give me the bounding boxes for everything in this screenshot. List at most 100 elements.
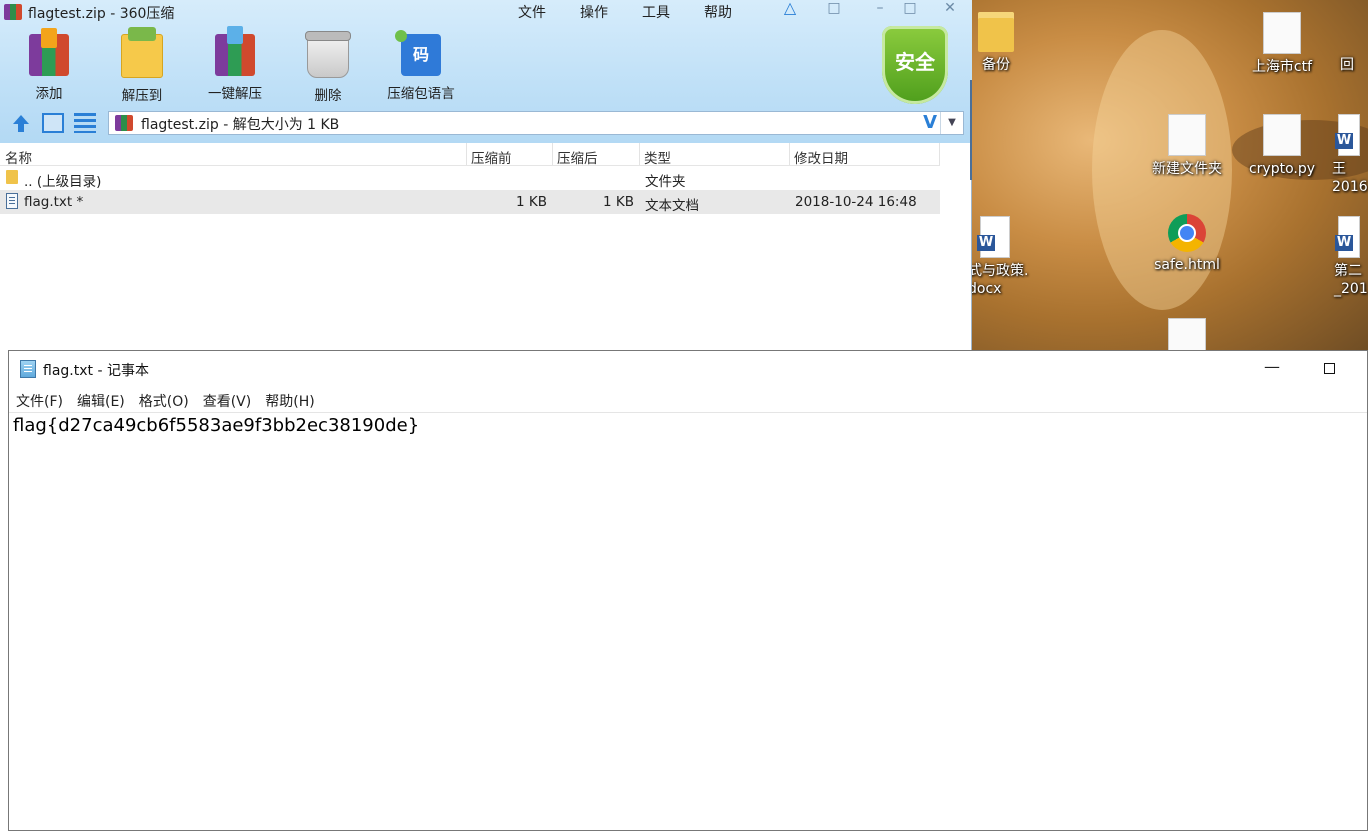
zip-menu-operation[interactable]: 操作 <box>578 2 610 22</box>
desktop-icon-label: 上海市ctf <box>1251 59 1313 75</box>
address-bar[interactable]: flagtest.zip - 解包大小为 1 KB V ▼ <box>108 111 964 135</box>
zip-window: flagtest.zip - 360压缩 文件 操作 工具 帮助 △ □ – □… <box>0 0 972 351</box>
archive-language-label: 压缩包语言 <box>387 86 455 102</box>
extract-to-button[interactable]: 解压到 <box>97 27 187 104</box>
notepad-menubar: 文件(F) 编辑(E) 格式(O) 查看(V) 帮助(H) <box>9 389 322 411</box>
row-type: 文件夹 <box>645 174 686 190</box>
desktop-icon-label: 王 <box>1332 161 1346 177</box>
column-modified[interactable]: 修改日期 <box>794 147 848 167</box>
one-click-extract-button[interactable]: 一键解压 <box>190 26 280 102</box>
feedback-icon[interactable]: □ <box>822 0 846 18</box>
winrar-app-icon <box>4 4 22 20</box>
delete-button[interactable]: 删除 <box>283 30 373 104</box>
menu-view[interactable]: 查看(V) <box>196 389 259 411</box>
desktop-icon-label: 式与政策. <box>972 263 1029 279</box>
desktop-icon-label: 回 <box>1340 57 1354 73</box>
desktop-icon-crypto-py[interactable]: crypto.py <box>1242 114 1322 178</box>
file-icon <box>1340 12 1368 52</box>
trash-icon <box>305 31 351 78</box>
minimize-button[interactable]: — <box>1249 357 1295 381</box>
menu-edit[interactable]: 编辑(E) <box>70 389 132 411</box>
extract-to-label: 解压到 <box>121 88 163 104</box>
security-shield-badge[interactable]: 安全 <box>882 26 948 104</box>
column-size-before[interactable]: 压缩前 <box>471 147 512 167</box>
extract-folder-icon <box>121 27 163 78</box>
desktop-icon-partial-3[interactable]: 第二 _201 <box>1334 216 1368 298</box>
desktop-icon-policy-docx[interactable]: 式与政策. docx <box>972 216 1048 298</box>
folder-icon <box>6 170 18 184</box>
row-size-after: 1 KB <box>603 194 634 210</box>
thumbnail-view-icon[interactable] <box>42 113 64 133</box>
desktop-icon-label: docx <box>972 281 1002 297</box>
notepad-titlebar[interactable]: flag.txt - 记事本 — <box>9 351 1367 387</box>
column-divider[interactable] <box>639 143 640 165</box>
desktop-icon-new-folder[interactable]: 新建文件夹 <box>1147 114 1227 178</box>
delete-label: 删除 <box>314 88 342 104</box>
row-size-before: 1 KB <box>516 194 547 210</box>
archive-language-button[interactable]: 码 压缩包语言 <box>376 30 466 102</box>
desktop-icon-label: crypto.py <box>1248 161 1316 177</box>
skin-shirt-icon[interactable]: △ <box>778 0 802 18</box>
zip-menubar: 文件 操作 工具 帮助 <box>516 2 734 22</box>
add-button[interactable]: 添加 <box>4 28 94 102</box>
add-archive-icon <box>29 28 69 76</box>
address-row: flagtest.zip - 解包大小为 1 KB V ▼ <box>0 108 972 138</box>
word-icon <box>1335 216 1360 258</box>
desktop-icon-label: _201 <box>1334 281 1368 297</box>
zip-menu-tools[interactable]: 工具 <box>640 2 672 22</box>
desktop-icon-backup[interactable]: 备份 <box>972 12 1036 74</box>
up-arrow-icon[interactable] <box>10 113 32 133</box>
chrome-icon <box>1168 214 1206 252</box>
column-size-after[interactable]: 压缩后 <box>557 147 598 167</box>
table-row[interactable]: flag.txt * 1 KB 1 KB 文本文档 2018-10-24 16:… <box>0 190 940 214</box>
desktop-icon-label: 第二 <box>1334 263 1362 279</box>
notepad-text-area[interactable]: flag{d27ca49cb6f5583ae9f3bb2ec38190de} <box>13 415 419 436</box>
column-divider[interactable] <box>939 143 940 165</box>
chrome-document-icon <box>1168 318 1206 351</box>
file-icon <box>1263 114 1301 156</box>
add-label: 添加 <box>35 86 63 102</box>
chevron-down-icon[interactable]: ▼ <box>940 112 963 134</box>
list-view-icon[interactable] <box>74 113 96 133</box>
folder-icon <box>978 12 1014 52</box>
menu-format[interactable]: 格式(O) <box>132 389 196 411</box>
column-divider[interactable] <box>789 143 790 165</box>
notepad-title: flag.txt - 记事本 <box>43 363 149 379</box>
scrollbar[interactable] <box>970 80 972 180</box>
column-divider[interactable] <box>552 143 553 165</box>
file-list-header: 名称 压缩前 压缩后 类型 修改日期 <box>0 143 940 167</box>
divider <box>9 412 1367 413</box>
maximize-button[interactable] <box>1307 357 1353 381</box>
row-modified: 2018-10-24 16:48 <box>795 194 917 210</box>
zip-menu-help[interactable]: 帮助 <box>702 2 734 22</box>
code-language-icon: 码 <box>395 30 441 76</box>
close-button[interactable]: ✕ <box>938 0 962 18</box>
table-row[interactable]: .. (上级目录) 文件夹 <box>0 166 940 190</box>
desktop-icon-partial-4[interactable] <box>1147 318 1227 351</box>
maximize-button[interactable]: □ <box>898 0 922 18</box>
desktop-icon-partial-1[interactable]: 回 <box>1340 12 1368 74</box>
file-list: 名称 压缩前 压缩后 类型 修改日期 .. (上级目录) 文件夹 flag.tx… <box>0 143 940 214</box>
minimize-button[interactable]: – <box>868 0 892 18</box>
column-type[interactable]: 类型 <box>644 147 671 167</box>
desktop-icon-safe-html[interactable]: safe.html <box>1147 214 1227 274</box>
word-icon <box>1335 114 1360 156</box>
zip-window-title: flagtest.zip - 360压缩 <box>28 6 175 22</box>
column-divider[interactable] <box>466 143 467 165</box>
desktop-icon-label: 新建文件夹 <box>1152 161 1222 177</box>
one-click-extract-label: 一键解压 <box>208 86 262 102</box>
text-file-icon <box>6 193 18 209</box>
column-name[interactable]: 名称 <box>5 147 32 167</box>
menu-help[interactable]: 帮助(H) <box>258 389 321 411</box>
menu-file[interactable]: 文件(F) <box>9 389 70 411</box>
word-icon <box>977 216 1010 258</box>
zip-file-icon <box>1168 114 1206 156</box>
row-name: flag.txt * <box>24 194 84 210</box>
verified-v-icon[interactable]: V <box>923 112 937 133</box>
desktop-icon-label: 2016 <box>1332 179 1368 195</box>
desktop: 备份 上海市ctf 回 新建文件夹 crypto.py 王 2016 式与政策.… <box>972 0 1368 351</box>
desktop-icon-partial-2[interactable]: 王 2016 <box>1332 114 1368 196</box>
archive-icon <box>115 115 133 131</box>
zip-menu-file[interactable]: 文件 <box>516 2 548 22</box>
desktop-icon-shanghai-ctf[interactable]: 上海市ctf <box>1242 12 1322 76</box>
